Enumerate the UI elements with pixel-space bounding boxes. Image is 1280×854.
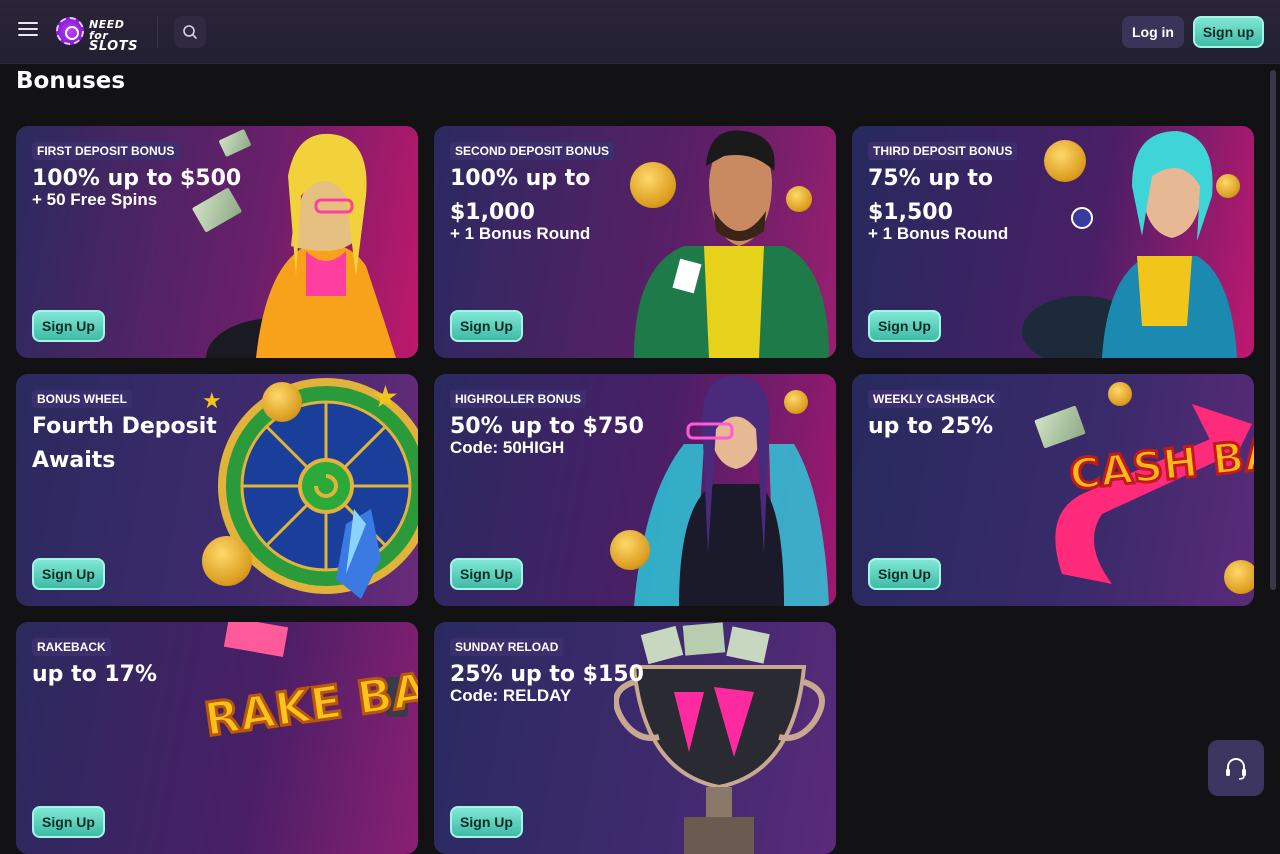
coin-icon [1044,140,1086,182]
card-headline: Fourth Deposit Awaits [32,410,217,478]
card-sub: + 50 Free Spins [32,190,158,209]
second-deposit-art [634,130,829,358]
card-tag: SECOND DEPOSIT BONUS [450,142,615,160]
bonus-card-sunday-reload[interactable]: SUNDAY RELOAD 25% up to $150 Code: RELDAY… [434,622,836,854]
card-tag: FIRST DEPOSIT BONUS [32,142,180,160]
card-tag: SUNDAY RELOAD [450,638,564,656]
first-deposit-art [206,133,396,358]
coin-icon [1108,382,1132,406]
rakeback-art: RAKE BACK [199,622,418,748]
card-headline: 100% up to $1,000 + 1 Bonus Round [450,162,600,244]
signup-button[interactable]: Sign Up [32,310,105,342]
card-sub: + 1 Bonus Round [450,224,591,243]
card-headline: up to 25% [868,410,1098,444]
coin-icon [630,162,676,208]
card-headline: 25% up to $150 Code: RELDAY [450,658,650,706]
coin-icon [786,186,812,212]
coin-icon [262,382,302,422]
card-offer: 100% up to $1,000 [450,166,591,225]
card-sub: + 1 Bonus Round [868,224,1009,243]
headset-icon [1226,758,1246,780]
logo-chip-icon [56,17,84,45]
search-button[interactable] [174,16,206,48]
card-offer: 100% up to $500 [32,166,242,191]
star-icon: ★ [372,381,399,414]
bonus-card-highroller[interactable]: HIGHROLLER BONUS 50% up to $750 Code: 50H… [434,374,836,606]
login-button[interactable]: Log in [1122,16,1184,48]
header-divider [157,16,158,48]
coin-icon [1216,174,1240,198]
top-bar: NEED for SLOTS Log in Sign up [0,0,1280,64]
signup-button[interactable]: Sign Up [868,558,941,590]
support-chat-button[interactable] [1208,740,1264,796]
bonus-card-weekly-cashback[interactable]: CASH BACK WEEKLY CASHBACK up to 25% Sign… [852,374,1254,606]
logo-text: NEED for SLOTS [89,19,146,54]
scrollbar[interactable] [1270,70,1276,812]
card-offer: 75% up to $1,500 [868,166,994,225]
hamburger-icon[interactable] [18,22,38,38]
site-logo[interactable]: NEED for SLOTS [56,17,146,53]
signup-button[interactable]: Sign Up [32,806,105,838]
card-headline: 100% up to $500 + 50 Free Spins [32,162,262,210]
card-tag: WEEKLY CASHBACK [868,390,1001,408]
card-offer: 25% up to $150 [450,662,644,687]
logo-line2: SLOTS [89,39,138,54]
card-offer: up to 25% [868,414,994,439]
signup-button[interactable]: Sign Up [450,558,523,590]
coin-icon [610,530,650,570]
bonus-card-rakeback[interactable]: RAKE BACK RAKEBACK up to 17% Sign Up [16,622,418,854]
signup-button[interactable]: Sign up [1193,16,1264,48]
coin-icon [784,390,808,414]
coin-icon [1224,560,1254,594]
signup-button[interactable]: Sign Up [868,310,941,342]
page-title: Bonuses [16,68,126,94]
card-tag: BONUS WHEEL [32,390,132,408]
card-offer: 50% up to $750 [450,414,644,439]
card-sub: Code: 50HIGH [450,438,565,457]
scrollbar-thumb[interactable] [1270,70,1276,590]
card-offer: up to 17% [32,662,158,687]
signup-button[interactable]: Sign Up [450,310,523,342]
card-tag: THIRD DEPOSIT BONUS [868,142,1018,160]
signup-button[interactable]: Sign Up [32,558,105,590]
card-headline: up to 17% [32,658,262,692]
bonus-card-bonus-wheel[interactable]: ★ ★ BONUS WHEEL Fourth Deposit Awaits Si… [16,374,418,606]
search-icon [183,25,197,39]
card-headline: 75% up to $1,500 + 1 Bonus Round [868,162,1018,244]
trophy-art [614,622,825,854]
card-offer: Fourth Deposit Awaits [32,414,217,473]
card-tag: RAKEBACK [32,638,111,656]
bonus-card-first-deposit[interactable]: FIRST DEPOSIT BONUS 100% up to $500 + 50 … [16,126,418,358]
card-sub: Code: RELDAY [450,686,572,705]
bonus-card-second-deposit[interactable]: SECOND DEPOSIT BONUS 100% up to $1,000 + … [434,126,836,358]
signup-button[interactable]: Sign Up [450,806,523,838]
coin-icon [202,536,252,586]
bonus-card-third-deposit[interactable]: THIRD DEPOSIT BONUS 75% up to $1,500 + 1 … [852,126,1254,358]
card-tag: HIGHROLLER BONUS [450,390,586,408]
card-headline: 50% up to $750 Code: 50HIGH [450,410,650,458]
